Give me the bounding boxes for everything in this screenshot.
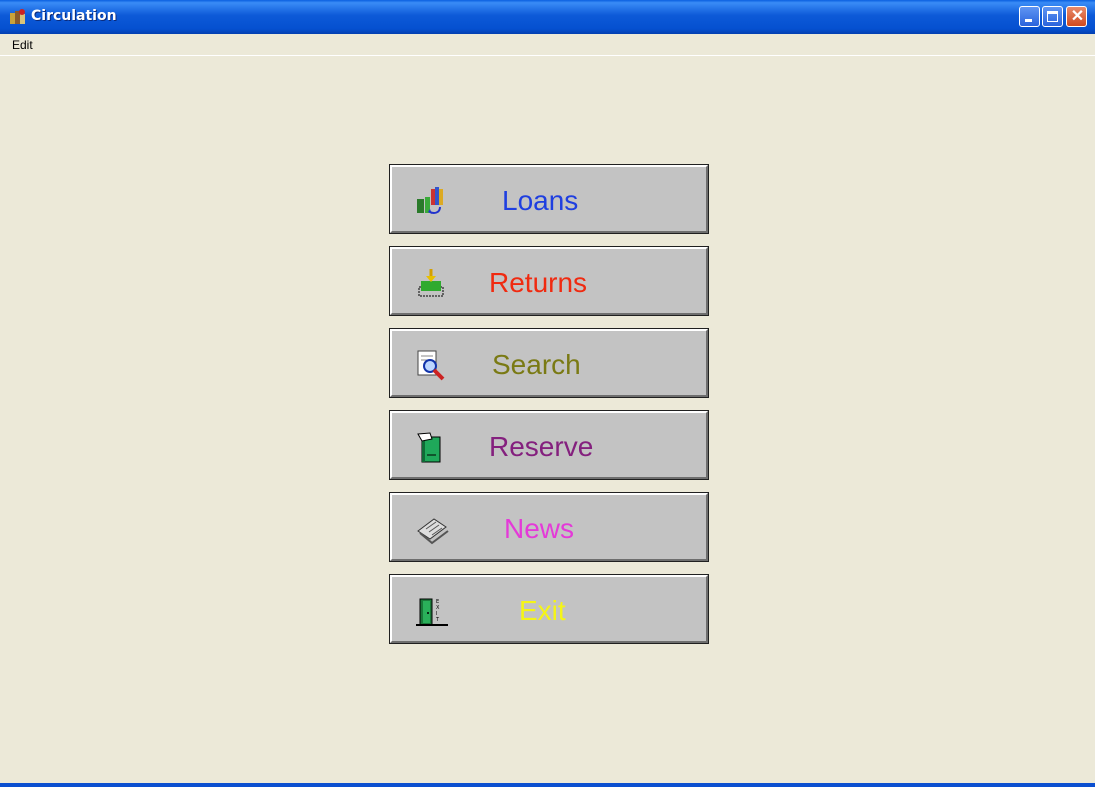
search-label: Search	[492, 349, 581, 380]
maximize-icon	[1047, 11, 1058, 22]
minimize-icon	[1025, 19, 1032, 22]
loans-button[interactable]: Loans	[389, 164, 709, 234]
exit-door-icon: E X I T	[416, 598, 448, 626]
exit-label: Exit	[519, 595, 566, 626]
search-button[interactable]: Search	[389, 328, 709, 398]
menu-bar: Edit	[0, 34, 1095, 56]
reserve-label: Reserve	[489, 431, 594, 462]
reserve-button[interactable]: Reserve	[389, 410, 709, 480]
returns-button[interactable]: Returns	[389, 246, 709, 316]
reserve-book-icon	[417, 432, 441, 463]
news-button[interactable]: News	[389, 492, 709, 562]
maximize-button[interactable]	[1042, 6, 1063, 27]
returns-label: Returns	[489, 267, 588, 298]
window-bottom-border	[0, 783, 1095, 787]
close-icon: ✕	[1070, 8, 1085, 25]
menu-edit[interactable]: Edit	[12, 38, 33, 52]
loans-label: Loans	[502, 185, 579, 216]
newspaper-icon	[417, 518, 449, 545]
close-button[interactable]: ✕	[1066, 6, 1087, 27]
title-bar: Circulation ✕	[0, 0, 1095, 34]
books-icon	[417, 187, 443, 214]
minimize-button[interactable]	[1019, 6, 1040, 27]
exit-button[interactable]: E X I T Exit	[389, 574, 709, 644]
search-document-icon	[417, 350, 445, 381]
svg-text:T: T	[435, 617, 440, 623]
news-label: News	[504, 513, 575, 544]
return-tray-icon	[418, 269, 444, 297]
window-title: Circulation	[31, 8, 117, 24]
app-icon	[10, 9, 25, 24]
